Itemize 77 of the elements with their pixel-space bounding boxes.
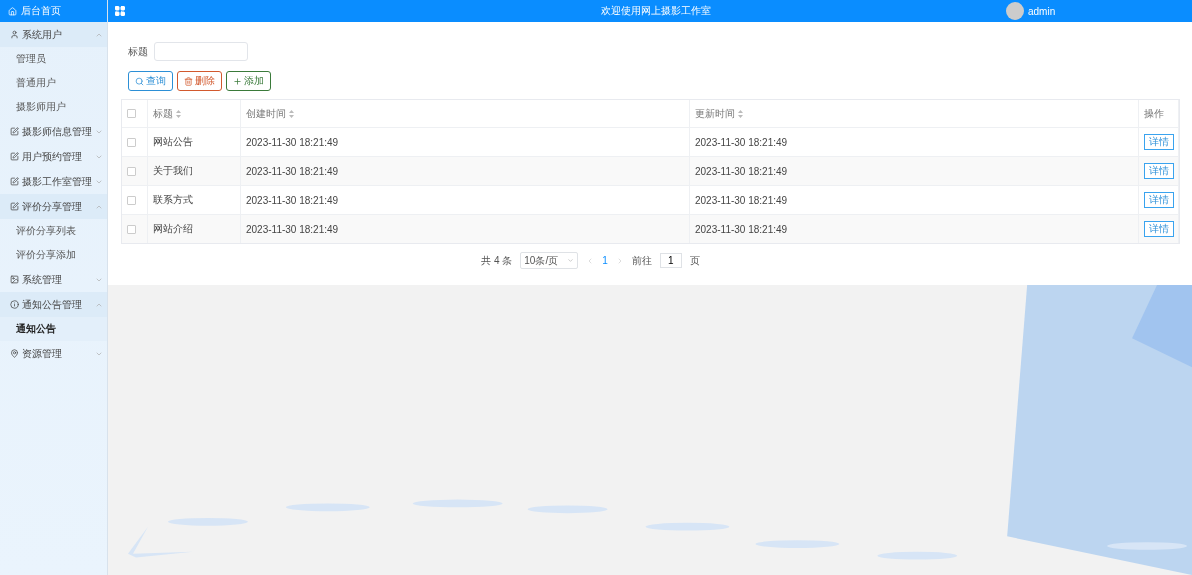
menu-group[interactable]: 摄影师信息管理 [0,119,107,144]
table-cell: 2023-11-30 18:21:49 [246,223,339,235]
page-number[interactable]: 1 [602,255,608,266]
menu-icon [10,177,19,186]
page-title: 欢迎使用网上摄影工作室 [600,4,712,18]
menu-group[interactable]: 系统用户 [0,22,107,47]
menu-item[interactable]: 普通用户 [0,71,107,95]
menu-item[interactable]: 摄影师用户 [0,95,107,119]
avatar[interactable] [1006,2,1024,20]
sort-icon[interactable] [738,109,743,118]
menu-label: 系统管理 [22,272,63,287]
search-button[interactable]: 查询 [128,71,173,91]
table-cell: 网站公告 [153,135,193,149]
plus-icon [233,76,242,86]
menu-item[interactable]: 评价分享列表 [0,219,107,243]
column-header: 更新时间 [695,106,735,121]
menu-icon [10,202,19,211]
menu-label: 用户预约管理 [22,149,83,164]
chevron-down-icon [567,257,575,264]
goto-field[interactable]: 1 [659,253,682,268]
column-header: 创建时间 [246,106,286,121]
menu-group[interactable]: 资源管理 [0,341,107,366]
table-cell: 2023-11-30 18:21:49 [695,165,788,177]
table-cell: 2023-11-30 18:21:49 [246,165,339,177]
sort-icon[interactable] [176,109,181,118]
menu-label: 评价分享管理 [22,199,83,214]
detail-button[interactable]: 详情 [1144,163,1174,179]
delete-button[interactable]: 删除 [177,71,222,91]
menu-group[interactable]: 通知公告管理 [0,292,107,317]
column-header: 操作 [1144,106,1164,121]
menu-icon [10,127,19,136]
filter-label: 标题 [128,44,148,59]
table-cell: 联系方式 [153,193,193,207]
menu-group[interactable]: 摄影工作室管理 [0,169,107,194]
table-cell: 2023-11-30 18:21:49 [246,194,339,206]
table-cell: 2023-11-30 18:21:49 [695,223,788,235]
add-button[interactable]: 添加 [226,71,271,91]
menu-label: 摄影工作室管理 [22,174,92,189]
sort-icon[interactable] [289,109,294,118]
page-suffix: 页 [689,253,700,268]
menu-label: 摄影师信息管理 [22,124,92,139]
table-cell: 关于我们 [153,164,193,178]
menu-item[interactable]: 评价分享添加 [0,243,107,267]
table-cell: 2023-11-30 18:21:49 [246,136,339,148]
detail-button[interactable]: 详情 [1144,134,1174,150]
menu-item[interactable]: 管理员 [0,47,107,71]
checkbox[interactable] [127,224,136,234]
detail-button[interactable]: 详情 [1144,192,1174,208]
menu-group[interactable]: 系统管理 [0,267,107,292]
menu-icon [10,300,19,309]
search-icon [135,76,144,86]
checkbox[interactable] [127,109,136,118]
table-cell: 网站介绍 [153,222,193,236]
menu-icon [10,30,19,39]
checkbox[interactable] [127,195,136,205]
trash-icon [184,76,193,86]
menu-icon [10,152,19,161]
checkbox[interactable] [127,166,136,176]
menu-item[interactable]: 通知公告 [0,317,107,341]
goto-label: 前往 [631,253,652,268]
column-header: 标题 [153,106,173,121]
total-count: 共 4 条 [481,253,513,268]
menu-icon [10,349,19,358]
home-icon [8,6,17,16]
menu-group[interactable]: 评价分享管理 [0,194,107,219]
checkbox[interactable] [127,137,136,147]
table-cell: 2023-11-30 18:21:49 [695,136,788,148]
menu-icon [10,275,19,284]
page-size-select[interactable]: 10条/页 [520,252,579,269]
menu-label: 资源管理 [22,346,63,361]
menu-group[interactable]: 用户预约管理 [0,144,107,169]
menu-label: 通知公告管理 [22,297,83,312]
table-cell: 2023-11-30 18:21:49 [695,194,788,206]
grid-icon[interactable] [114,5,126,17]
detail-button[interactable]: 详情 [1144,221,1174,237]
title-field[interactable] [154,42,248,61]
menu-label: 系统用户 [22,27,63,42]
